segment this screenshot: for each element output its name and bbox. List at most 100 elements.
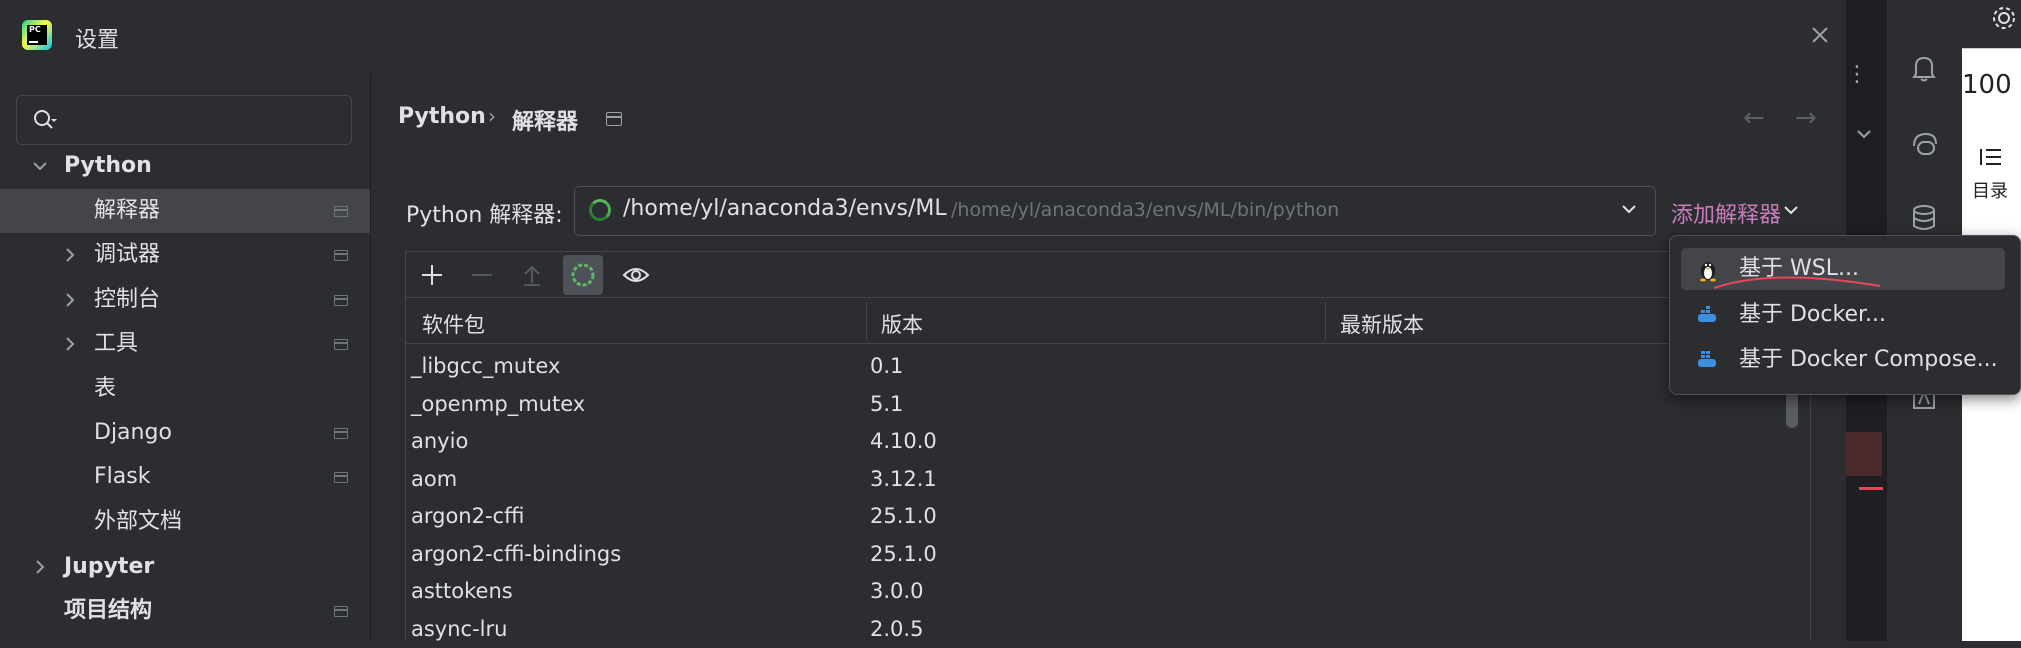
- minus-icon: [472, 274, 492, 276]
- sidebar-item[interactable]: 控制台: [0, 278, 370, 322]
- package-version: 5.1: [870, 391, 904, 416]
- package-version: 25.1.0: [870, 504, 937, 528]
- column-header-version[interactable]: 版本: [881, 309, 923, 339]
- sidebar-item[interactable]: 工具: [0, 322, 370, 366]
- forward-arrow-icon[interactable]: →: [1795, 103, 1817, 133]
- table-row[interactable]: asttokens 3.0.0: [406, 573, 1786, 610]
- table-row[interactable]: async-lru 2.0.5: [406, 611, 1786, 648]
- close-icon: [1812, 27, 1828, 43]
- show-early-releases-button[interactable]: [616, 255, 656, 295]
- column-header-package[interactable]: 软件包: [422, 309, 485, 339]
- menu-item-label: 基于 Docker Compose...: [1739, 347, 1998, 372]
- pin-icon: [334, 295, 348, 306]
- package-version: 3.0.0: [870, 579, 924, 603]
- package-name: _libgcc_mutex: [411, 354, 561, 378]
- more-vertical-icon[interactable]: ⋮: [1846, 62, 1868, 87]
- column-divider[interactable]: [1325, 302, 1326, 340]
- package-version: 0.1: [870, 354, 904, 378]
- loading-spinner-icon: [589, 199, 611, 221]
- search-icon: [34, 110, 57, 129]
- sidebar-item[interactable]: 项目结构: [0, 589, 370, 633]
- table-row[interactable]: aom 3.12.1: [406, 461, 1786, 498]
- breadcrumb-root[interactable]: Python: [398, 104, 486, 129]
- interpreter-path: /home/yl/anaconda3/envs/ML/bin/python: [951, 199, 1340, 221]
- sidebar-item-label: 工具: [94, 331, 139, 356]
- app-icon-text: PC: [29, 25, 41, 34]
- interpreter-label: Python 解释器:: [406, 203, 563, 228]
- notifications-bell-icon[interactable]: [1906, 50, 1942, 86]
- chevron-right-icon[interactable]: [62, 247, 78, 263]
- sidebar-item[interactable]: Jupyter: [0, 545, 370, 589]
- database-icon[interactable]: [1906, 200, 1942, 236]
- package-version: 25.1.0: [870, 541, 937, 566]
- package-name: _openmp_mutex: [411, 391, 586, 416]
- breadcrumb-separator: ›: [488, 104, 496, 128]
- chevron-right-icon[interactable]: [62, 292, 78, 308]
- dialog-titlebar: [0, 0, 1846, 74]
- package-name: argon2-cffi-bindings: [411, 541, 622, 566]
- add-package-button[interactable]: [412, 255, 452, 295]
- table-row[interactable]: argon2-cffi 25.1.0: [406, 498, 1786, 535]
- chevron-down-icon[interactable]: [1620, 200, 1638, 218]
- pin-icon: [334, 250, 348, 261]
- package-name: asttokens: [411, 579, 513, 603]
- docker-icon: [1698, 306, 1716, 322]
- list-icon[interactable]: [1979, 146, 2003, 168]
- search-input[interactable]: [16, 95, 352, 145]
- interpreter-name: /home/yl/anaconda3/envs/ML: [623, 196, 947, 221]
- back-arrow-icon[interactable]: ←: [1743, 103, 1765, 133]
- menu-item[interactable]: 基于 Docker Compose...: [1681, 339, 2005, 381]
- browser-divider: [1962, 48, 2021, 49]
- sidebar-item[interactable]: 外部文档: [0, 500, 370, 544]
- chevron-right-icon[interactable]: [62, 336, 78, 352]
- chevron-down-icon[interactable]: [32, 158, 48, 174]
- gear-icon[interactable]: [1990, 4, 2018, 32]
- package-version: 4.10.0: [870, 429, 937, 453]
- chevron-right-icon[interactable]: [32, 559, 48, 575]
- sidebar-item[interactable]: 调试器: [0, 233, 370, 277]
- editor-error-marker: [1846, 432, 1882, 476]
- chevron-down-icon[interactable]: [1783, 204, 1799, 216]
- package-version: 2.0.5: [870, 616, 924, 641]
- ai-assistant-icon[interactable]: [1906, 126, 1942, 162]
- sidebar-item[interactable]: Flask: [0, 455, 370, 499]
- package-name: anyio: [411, 429, 469, 453]
- menu-item-label: 基于 Docker...: [1739, 302, 1886, 327]
- pin-icon: [334, 606, 348, 617]
- package-name: async-lru: [411, 616, 508, 641]
- sidebar-item-label: 项目结构: [64, 598, 153, 623]
- column-divider[interactable]: [866, 302, 867, 340]
- sidebar-item[interactable]: Django: [0, 411, 370, 455]
- refresh-button[interactable]: [563, 255, 603, 295]
- close-button[interactable]: [1806, 21, 1834, 49]
- breadcrumb-current: 解释器: [512, 110, 579, 135]
- package-name: argon2-cffi: [411, 504, 525, 528]
- pin-icon: [334, 206, 348, 217]
- sidebar-item[interactable]: 表: [0, 367, 370, 411]
- pin-icon: [334, 472, 348, 483]
- upgrade-package-button[interactable]: [512, 255, 552, 295]
- sidebar-item-label: Jupyter: [64, 554, 155, 579]
- pin-icon: [334, 339, 348, 350]
- upload-icon: [524, 265, 540, 286]
- table-row[interactable]: argon2-cffi-bindings 25.1.0: [406, 536, 1786, 573]
- remove-package-button[interactable]: [462, 255, 502, 295]
- toc-label[interactable]: 目录: [1972, 177, 2008, 203]
- editor-error-line: [1859, 487, 1883, 490]
- table-row[interactable]: _openmp_mutex 5.1: [406, 386, 1786, 423]
- sidebar-item[interactable]: 解释器: [0, 189, 370, 233]
- add-interpreter-link[interactable]: 添加解释器: [1671, 197, 1781, 229]
- refresh-spinner-icon: [571, 263, 595, 287]
- column-header-latest-version[interactable]: 最新版本: [1340, 309, 1424, 339]
- sidebar-item[interactable]: Python: [0, 144, 370, 188]
- chevron-down-icon[interactable]: [1856, 128, 1872, 140]
- eye-icon: [622, 268, 650, 282]
- pin-icon[interactable]: [606, 112, 622, 126]
- table-row[interactable]: _libgcc_mutex 0.1: [406, 348, 1786, 385]
- menu-item[interactable]: 基于 Docker...: [1681, 294, 2005, 336]
- sidebar-item-label: Python: [64, 153, 152, 178]
- annotation-underline: [1713, 276, 1881, 289]
- sidebar-item-label: 控制台: [94, 287, 161, 312]
- dialog-title: 设置: [75, 28, 120, 53]
- table-row[interactable]: anyio 4.10.0: [406, 423, 1786, 460]
